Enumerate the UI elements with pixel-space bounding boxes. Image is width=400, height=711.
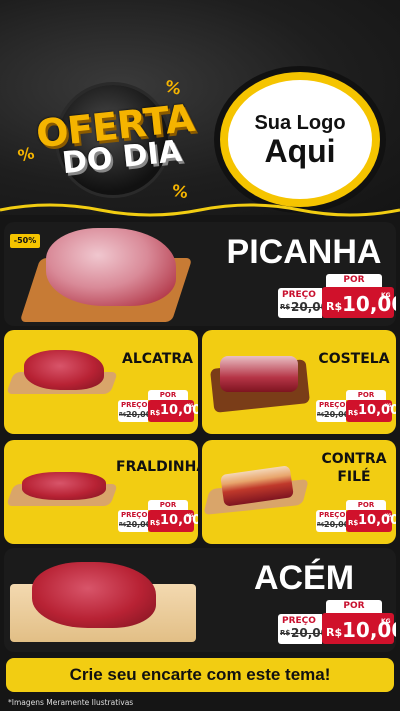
- price-currency: R$: [326, 300, 343, 313]
- price-unit: KG: [187, 403, 194, 408]
- logo-placeholder[interactable]: Sua Logo Aqui: [220, 72, 380, 207]
- product-name: FRALDINHA: [116, 459, 198, 475]
- price-unit: KG: [385, 513, 392, 518]
- price-currency: R$: [150, 519, 161, 527]
- meat-image: [22, 472, 106, 500]
- cta-banner[interactable]: Crie seu encarte com este tema!: [6, 658, 394, 692]
- por-label: POR: [326, 274, 382, 287]
- product-card-costela[interactable]: COSTELA POR PREÇO R$ 20,00 R$ 10,00 KG: [202, 330, 396, 434]
- meat-image: [46, 228, 176, 306]
- product-card-picanha[interactable]: PICANHA POR PREÇO R$ 20,00 R$ 10,00 KG: [4, 222, 396, 326]
- por-label: POR: [148, 390, 188, 400]
- price-currency: R$: [348, 519, 359, 527]
- meat-image: [220, 356, 298, 392]
- wave-divider: [0, 203, 400, 217]
- footnote: *Imagens Meramente Ilustrativas: [8, 698, 134, 707]
- discount-badge: -50%: [10, 234, 40, 248]
- product-name: ALCATRA: [122, 351, 193, 367]
- product-name: ACÉM: [253, 559, 355, 597]
- product-card-contra-file[interactable]: CONTRA FILÉ POR PREÇO R$ 20,00 R$ 10,00 …: [202, 440, 396, 544]
- product-name: PICANHA: [226, 233, 382, 271]
- old-price-currency: R$: [280, 629, 291, 637]
- product-card-acem[interactable]: ACÉM POR PREÇO R$ 20,00 R$ 10,00 KG: [4, 548, 396, 652]
- product-name-line1: CONTRA: [321, 451, 387, 467]
- price-currency: R$: [326, 626, 343, 639]
- preco-label: PREÇO: [319, 511, 346, 519]
- product-card-fraldinha[interactable]: FRALDINHA POR PREÇO R$ 20,00 R$ 10,00 KG: [4, 440, 198, 544]
- meat-image: [32, 562, 156, 628]
- por-label: POR: [326, 600, 382, 613]
- meat-image: [24, 350, 104, 390]
- preco-label: PREÇO: [121, 511, 148, 519]
- preco-label: PREÇO: [319, 401, 346, 409]
- percent-icon: %: [162, 76, 184, 99]
- product-name: COSTELA: [318, 351, 390, 367]
- preco-label: PREÇO: [282, 290, 316, 300]
- por-label: POR: [148, 500, 188, 510]
- logo-text-line1: Sua Logo: [254, 112, 346, 134]
- preco-label: PREÇO: [121, 401, 148, 409]
- price-unit: KG: [381, 292, 391, 299]
- logo-text-line2: Aqui: [264, 133, 336, 169]
- product-card-alcatra[interactable]: ALCATRA POR PREÇO R$ 20,00 R$ 10,00 KG: [4, 330, 198, 434]
- por-label: POR: [346, 500, 386, 510]
- price-unit: KG: [385, 403, 392, 408]
- price-currency: R$: [150, 409, 161, 417]
- price-unit: KG: [381, 618, 391, 625]
- price-unit: KG: [187, 513, 194, 518]
- header: OFERTA DO DIA % % % Sua Logo Aqui: [0, 0, 400, 215]
- old-price-currency: R$: [280, 303, 291, 311]
- product-name-line2: FILÉ: [337, 469, 371, 485]
- preco-label: PREÇO: [282, 616, 316, 626]
- price-currency: R$: [348, 409, 359, 417]
- por-label: POR: [346, 390, 386, 400]
